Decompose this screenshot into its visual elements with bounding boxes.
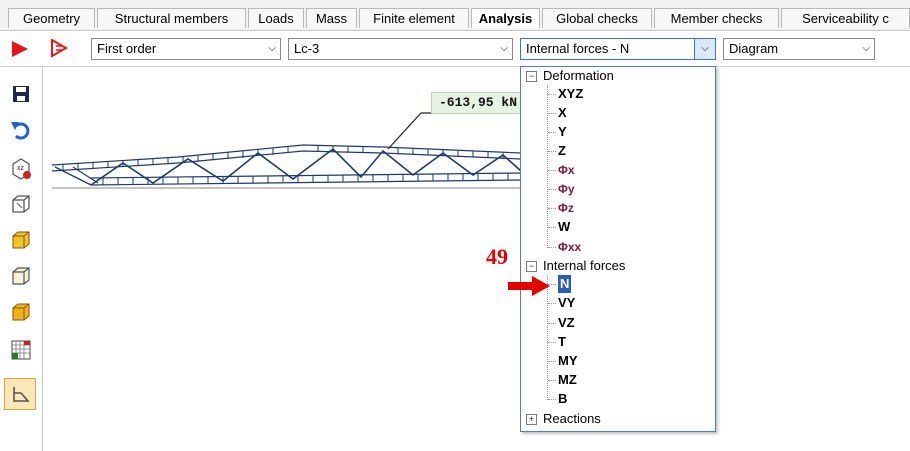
- tab-serviceability-checks[interactable]: Serviceability c: [781, 8, 910, 28]
- chevron-down-icon: ⌵: [268, 43, 276, 54]
- svg-text:xz: xz: [17, 165, 25, 172]
- tree-item-phi-x[interactable]: Φx: [558, 161, 575, 179]
- undo-icon[interactable]: [8, 117, 34, 143]
- tree-item-xyz[interactable]: XYZ: [558, 85, 583, 103]
- collapse-icon[interactable]: −: [526, 261, 537, 272]
- tree-item-x[interactable]: X: [558, 104, 567, 122]
- tree-item-phi-y[interactable]: Φy: [558, 180, 575, 198]
- tree-item-my[interactable]: MY: [558, 352, 578, 370]
- tab-global-checks[interactable]: Global checks: [542, 8, 652, 28]
- run-analysis-settings-icon[interactable]: [50, 39, 70, 59]
- tree-item-vy[interactable]: VY: [558, 294, 575, 312]
- model-canvas[interactable]: -613,95 kN: [43, 67, 910, 451]
- tab-loads[interactable]: Loads: [248, 8, 304, 28]
- tab-geometry[interactable]: Geometry: [8, 8, 95, 28]
- result-type-select[interactable]: Internal forces - N ⌵: [520, 38, 716, 60]
- save-icon[interactable]: [8, 81, 34, 107]
- red-arrow-icon: [508, 276, 550, 296]
- module-tab-bar: Geometry Structural members Loads Mass F…: [0, 0, 910, 31]
- tree-line: [548, 113, 556, 114]
- solid-view-icon[interactable]: [8, 227, 34, 253]
- tree-line: [548, 380, 556, 381]
- tree-item-z[interactable]: Z: [558, 142, 566, 160]
- max-force-label: -613,95 kN: [431, 92, 525, 114]
- display-mode-value: Diagram: [729, 41, 779, 56]
- truss-diagram: [51, 112, 522, 189]
- view-xyz-icon[interactable]: xz: [8, 155, 34, 181]
- tree-item-b[interactable]: B: [558, 390, 567, 408]
- transparent-view-icon[interactable]: [8, 263, 34, 289]
- run-analysis-icon[interactable]: [10, 40, 30, 58]
- results-view-icon: [13, 387, 30, 402]
- tab-finite-element[interactable]: Finite element: [359, 8, 469, 28]
- display-mode-select[interactable]: Diagram ⌵: [723, 38, 875, 60]
- tab-member-checks[interactable]: Member checks: [654, 8, 779, 28]
- tree-group-reactions[interactable]: Reactions: [543, 410, 601, 428]
- tree-item-vz[interactable]: VZ: [558, 314, 575, 332]
- tree-line: [548, 399, 556, 400]
- tree-line: [548, 361, 556, 362]
- expand-icon[interactable]: +: [526, 414, 537, 425]
- analysis-type-select[interactable]: First order ⌵: [91, 38, 281, 60]
- tree-item-phi-z[interactable]: Φz: [558, 199, 574, 217]
- tree-item-y[interactable]: Y: [558, 123, 567, 141]
- tree-line: [548, 303, 556, 304]
- results-view-button[interactable]: [4, 378, 36, 410]
- tree-line: [548, 189, 556, 190]
- tree-item-t[interactable]: T: [558, 333, 566, 351]
- step-number-annotation: 49: [486, 244, 508, 269]
- tab-analysis[interactable]: Analysis: [471, 8, 540, 28]
- tree-line: [548, 170, 556, 171]
- tree-line: [548, 151, 556, 152]
- tree-line: [547, 85, 548, 248]
- tree-item-phi-xx[interactable]: Φxx: [558, 238, 581, 256]
- analysis-toolbar: First order ⌵ Lc-3 ⌵ Internal forces - N…: [0, 31, 910, 67]
- chevron-down-icon: ⌵: [862, 43, 870, 54]
- chevron-down-icon: ⌵: [500, 43, 508, 54]
- tree-item-n[interactable]: N: [558, 275, 572, 293]
- collapse-icon[interactable]: −: [526, 71, 537, 82]
- shaded-view-icon[interactable]: [8, 299, 34, 325]
- load-case-value: Lc-3: [294, 41, 320, 56]
- tree-line: [548, 94, 556, 95]
- tree-line: [548, 247, 556, 248]
- wireframe-view-icon[interactable]: [8, 191, 34, 217]
- analysis-type-value: First order: [97, 41, 157, 56]
- tree-group-internal-forces[interactable]: Internal forces: [543, 257, 625, 275]
- tree-line: [548, 323, 556, 324]
- tree-line: [548, 132, 556, 133]
- view-tools-sidebar: xz: [0, 67, 43, 451]
- tree-line: [548, 227, 556, 228]
- tab-mass[interactable]: Mass: [306, 8, 357, 28]
- tree-item-w[interactable]: W: [558, 218, 570, 236]
- tree-item-mz[interactable]: MZ: [558, 371, 577, 389]
- result-type-value: Internal forces - N: [526, 41, 630, 56]
- chevron-down-icon[interactable]: ⌵: [694, 39, 715, 59]
- tree-group-deformation[interactable]: Deformation: [543, 67, 614, 85]
- tab-structural-members[interactable]: Structural members: [97, 8, 246, 28]
- result-type-dropdown[interactable]: − Deformation XYZ X Y Z Φx Φy Φz W Φxx −…: [520, 66, 716, 432]
- load-case-select[interactable]: Lc-3 ⌵: [288, 38, 513, 60]
- tree-line: [548, 342, 556, 343]
- tree-line: [548, 208, 556, 209]
- grid-view-icon[interactable]: [8, 337, 34, 363]
